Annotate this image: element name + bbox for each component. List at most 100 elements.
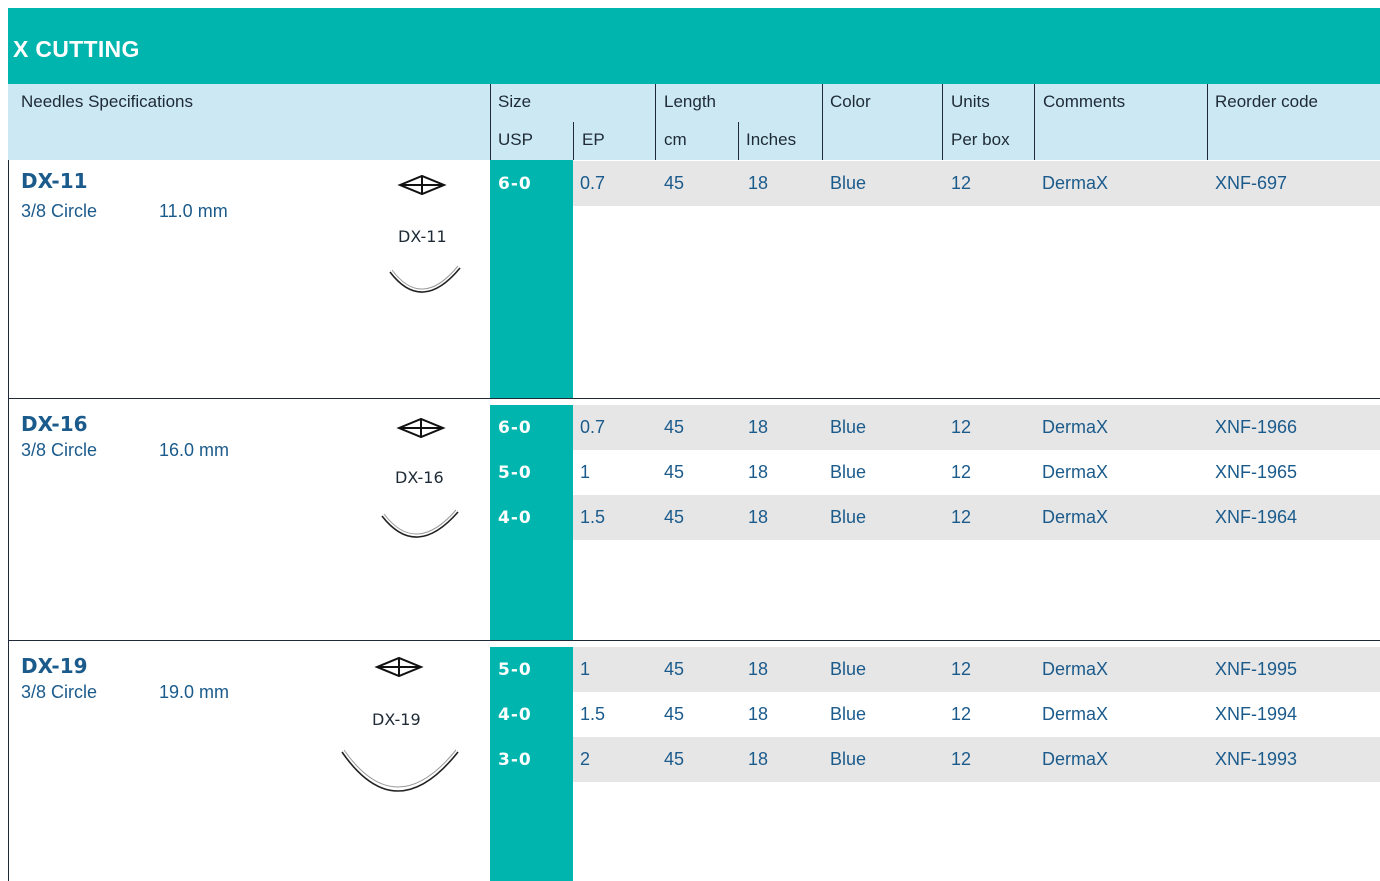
header-length: Length — [664, 92, 716, 111]
header-ep: EP — [582, 130, 605, 149]
header-size: Size — [498, 92, 532, 111]
header-divider — [738, 122, 739, 160]
header-divider — [655, 84, 656, 160]
cell-ep: 0.7 — [580, 173, 606, 193]
cell-inches: 18 — [748, 749, 769, 769]
cell-inches: 18 — [748, 704, 769, 724]
header-divider — [942, 84, 943, 160]
cell-inches: 18 — [748, 659, 769, 679]
usp-column-bg — [490, 160, 573, 398]
curved-needle-icon — [381, 509, 459, 538]
curved-needle-icon — [389, 265, 461, 293]
needle-length: 19.0 mm — [159, 682, 230, 702]
header-divider — [1207, 84, 1208, 160]
cell-ep: 0.7 — [580, 417, 606, 437]
cell-comment: DermaX — [1042, 173, 1109, 193]
cell-comment: DermaX — [1042, 462, 1109, 482]
cell-reorder-code: XNF-1966 — [1215, 417, 1298, 437]
cell-usp: 6-0 — [498, 174, 532, 194]
cell-usp: 6-0 — [498, 418, 532, 438]
cell-color: Blue — [830, 749, 867, 769]
cell-cm: 45 — [664, 659, 685, 679]
cell-units: 12 — [951, 462, 972, 482]
cell-reorder-code: XNF-1964 — [1215, 507, 1298, 527]
cell-color: Blue — [830, 507, 867, 527]
cell-reorder-code: XNF-1995 — [1215, 659, 1298, 679]
needle-circle: 3/8 Circle — [21, 682, 98, 702]
table-header: Needles Specifications Size USP EP Lengt… — [8, 84, 1380, 160]
cell-inches: 18 — [748, 417, 769, 437]
cell-color: Blue — [830, 462, 867, 482]
cell-cm: 45 — [664, 507, 685, 527]
needle-diagram-label: DX-11 — [398, 227, 447, 246]
cell-reorder-code: XNF-697 — [1215, 173, 1288, 193]
header-color: Color — [830, 92, 871, 111]
cell-comment: DermaX — [1042, 507, 1109, 527]
cell-cm: 45 — [664, 417, 685, 437]
header-cm: cm — [664, 130, 687, 149]
cell-units: 12 — [951, 173, 972, 193]
cell-color: Blue — [830, 659, 867, 679]
cross-section-icon — [397, 174, 447, 196]
header-per-box: Per box — [951, 130, 1010, 149]
needle-diagram-label: DX-16 — [395, 468, 444, 487]
cell-usp: 5-0 — [498, 463, 532, 483]
header-usp: USP — [498, 130, 533, 149]
needle-circle: 3/8 Circle — [21, 440, 98, 460]
cell-inches: 18 — [748, 462, 769, 482]
needle-length: 11.0 mm — [159, 201, 228, 221]
cell-usp: 3-0 — [498, 750, 532, 770]
header-comments: Comments — [1043, 92, 1126, 111]
header-units: Units — [951, 92, 990, 111]
header-divider — [1034, 84, 1035, 160]
header-needles-spec: Needles Specifications — [21, 92, 193, 111]
header-divider — [490, 84, 491, 160]
cell-units: 12 — [951, 417, 972, 437]
cell-usp: 4-0 — [498, 508, 532, 528]
cell-reorder-code: XNF-1965 — [1215, 462, 1298, 482]
needle-name: DX-16 — [21, 412, 88, 436]
cell-units: 12 — [951, 659, 972, 679]
cell-inches: 18 — [748, 173, 769, 193]
curved-needle-icon — [341, 749, 459, 792]
cell-cm: 45 — [664, 462, 685, 482]
cell-ep: 1 — [580, 659, 591, 679]
cell-reorder-code: XNF-1993 — [1215, 749, 1298, 769]
cell-ep: 1 — [580, 462, 591, 482]
cell-color: Blue — [830, 704, 867, 724]
cell-comment: DermaX — [1042, 749, 1109, 769]
needle-name: DX-11 — [21, 169, 88, 193]
cell-color: Blue — [830, 173, 867, 193]
table-left-border — [8, 160, 9, 881]
cell-ep: 1.5 — [580, 704, 606, 724]
cell-units: 12 — [951, 749, 972, 769]
group-divider — [8, 398, 1380, 399]
cell-ep: 2 — [580, 749, 591, 769]
needle-circle: 3/8 Circle — [21, 201, 98, 221]
cell-reorder-code: XNF-1994 — [1215, 704, 1298, 724]
header-divider — [822, 84, 823, 160]
header-inches: Inches — [746, 130, 797, 149]
cell-ep: 1.5 — [580, 507, 606, 527]
title-bar — [8, 8, 1380, 84]
group-divider — [8, 640, 1380, 641]
cross-section-icon — [374, 656, 424, 678]
cell-inches: 18 — [748, 507, 769, 527]
cell-comment: DermaX — [1042, 417, 1109, 437]
cell-cm: 45 — [664, 749, 685, 769]
cell-cm: 45 — [664, 704, 685, 724]
needle-name: DX-19 — [21, 654, 88, 678]
cell-usp: 4-0 — [498, 705, 532, 725]
cell-cm: 45 — [664, 173, 685, 193]
cell-color: Blue — [830, 417, 867, 437]
cell-usp: 5-0 — [498, 660, 532, 680]
header-reorder-code: Reorder code — [1215, 92, 1319, 111]
header-divider — [573, 122, 574, 160]
cross-section-icon — [396, 417, 446, 439]
cell-units: 12 — [951, 507, 972, 527]
needle-length: 16.0 mm — [159, 440, 230, 460]
cell-units: 12 — [951, 704, 972, 724]
needle-diagram-label: DX-19 — [372, 710, 421, 729]
cell-comment: DermaX — [1042, 704, 1109, 724]
cell-comment: DermaX — [1042, 659, 1109, 679]
